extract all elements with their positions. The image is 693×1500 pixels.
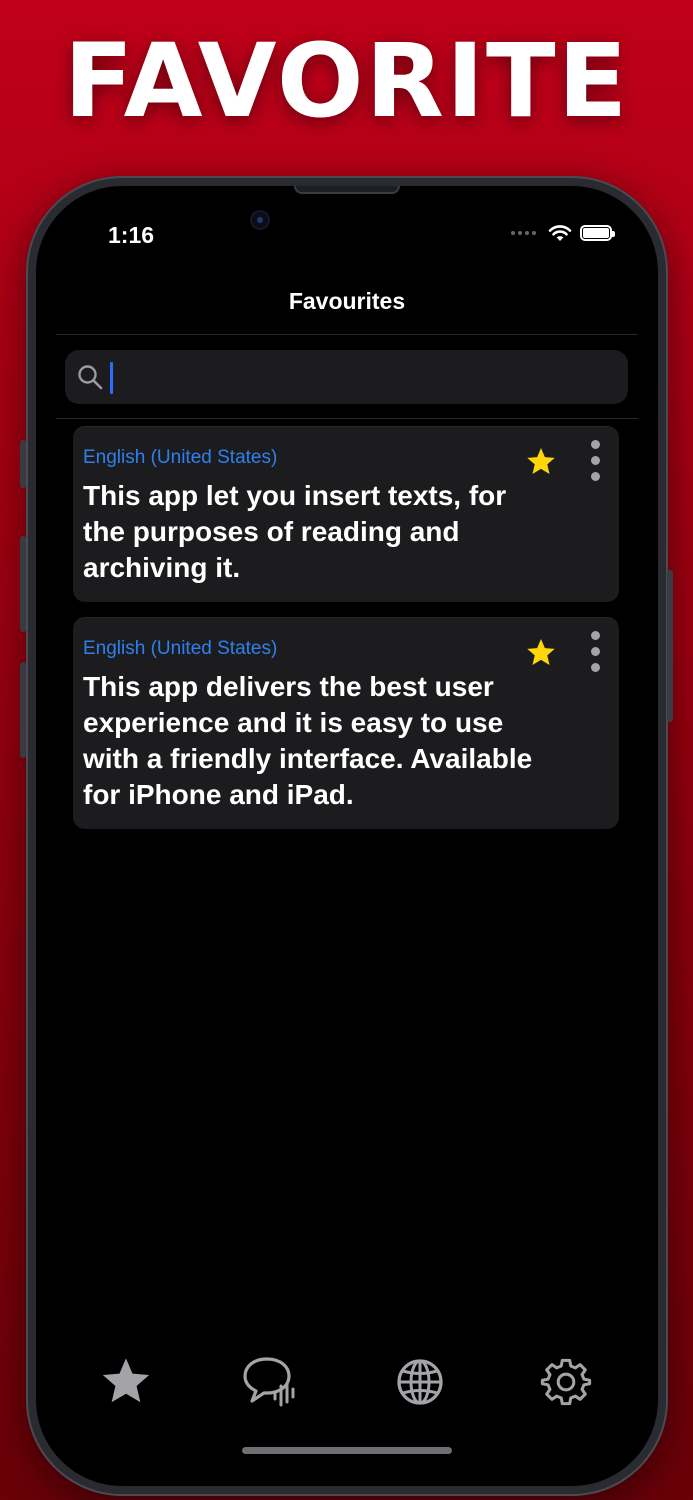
card-text: This app let you insert texts, for the p… — [83, 480, 507, 583]
tab-speech[interactable] — [241, 1352, 301, 1412]
front-camera — [252, 212, 268, 228]
search-bar[interactable] — [65, 350, 628, 404]
search-divider — [56, 418, 638, 419]
card-text: This app delivers the best user experien… — [83, 671, 533, 810]
search-icon — [78, 365, 103, 390]
phone-power-button — [667, 570, 673, 722]
wifi-icon — [548, 225, 572, 241]
more-options-icon[interactable] — [588, 631, 602, 672]
cellular-signal-icon — [511, 231, 536, 235]
tab-languages[interactable] — [390, 1352, 450, 1412]
globe-icon — [397, 1359, 443, 1405]
page-title: Favourites — [288, 288, 406, 314]
phone-action-button — [20, 440, 26, 488]
star-icon — [102, 1358, 150, 1403]
tab-settings[interactable] — [536, 1352, 596, 1412]
phone-volume-up-button — [20, 536, 26, 632]
status-time: 1:16 — [108, 222, 155, 248]
phone-volume-down-button — [20, 662, 26, 758]
speech-bubble-icon — [243, 1357, 295, 1407]
gear-icon — [540, 1358, 592, 1406]
favourite-star-icon[interactable] — [525, 637, 557, 669]
text-caret — [110, 362, 113, 394]
earpiece-speaker — [294, 186, 400, 194]
more-options-icon[interactable] — [588, 440, 602, 481]
home-indicator[interactable] — [242, 1447, 452, 1454]
app-screen: 1:16 Favourites English (United States) … — [36, 186, 658, 1486]
card-language-label: English (United States) — [83, 638, 278, 659]
promo-headline: FAVORITE — [63, 22, 630, 141]
status-indicators — [511, 224, 615, 242]
tab-favourites[interactable] — [96, 1352, 156, 1412]
battery-icon — [580, 225, 615, 241]
favourite-card[interactable]: English (United States) This app deliver… — [73, 617, 619, 829]
header-divider — [56, 334, 638, 335]
favourite-star-icon[interactable] — [525, 446, 557, 478]
card-language-label: English (United States) — [83, 447, 278, 468]
search-input[interactable] — [115, 358, 615, 396]
favourite-card[interactable]: English (United States) This app let you… — [73, 426, 619, 602]
